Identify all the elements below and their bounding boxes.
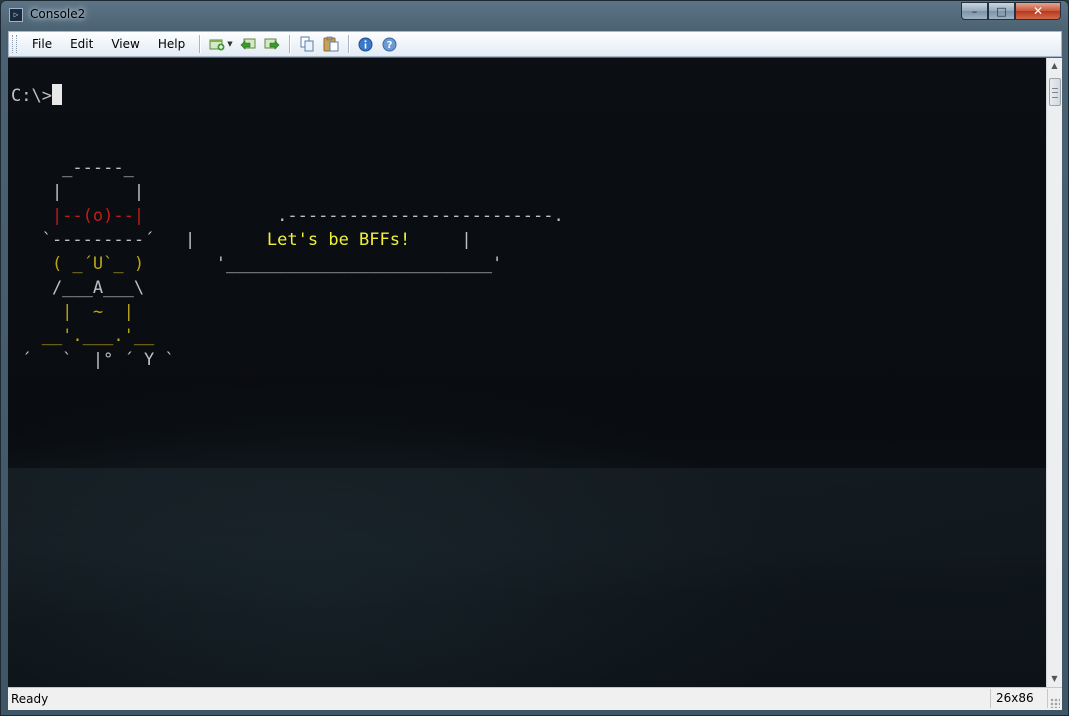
menu-toolbar: File Edit View Help ▼ ? (8, 31, 1062, 57)
svg-text:?: ? (387, 40, 393, 51)
scrollbar-grip-icon (1052, 88, 1058, 98)
yeoman-hat-side: | | (11, 182, 145, 202)
status-bar: Ready 26x86 (8, 687, 1062, 710)
toolbar-separator (199, 35, 201, 53)
terminal-output: C:\> _-----_ | | |--(o)--| .------------… (11, 84, 564, 370)
prev-tab-icon[interactable] (239, 35, 257, 53)
new-tab-icon[interactable] (208, 35, 226, 53)
toolbar-grip[interactable] (12, 35, 17, 53)
maximize-icon: □ (996, 4, 1007, 18)
toolbar-separator (347, 35, 349, 53)
new-tab-dropdown-arrow[interactable]: ▼ (227, 40, 232, 48)
yeoman-face: ( _´U`_ ) (11, 254, 145, 274)
console-app-icon[interactable]: ▷ (9, 8, 23, 22)
info-icon[interactable] (357, 35, 375, 53)
yeoman-hat-top: _-----_ (11, 158, 134, 178)
window-title: Console2 (30, 7, 86, 21)
speech-bubble-message: Let's be BFFs! (266, 230, 411, 250)
window-controls: – □ ✕ (961, 2, 1061, 21)
close-icon: ✕ (1032, 4, 1044, 18)
next-tab-icon[interactable] (263, 35, 281, 53)
title-bar[interactable]: ▷ Console2 – □ ✕ (1, 1, 1068, 29)
copy-icon[interactable] (298, 35, 316, 53)
text-cursor (51, 84, 62, 105)
menu-file[interactable]: File (23, 32, 61, 56)
close-button[interactable]: ✕ (1015, 2, 1061, 20)
menu-edit[interactable]: Edit (61, 32, 102, 56)
help-icon[interactable]: ? (381, 35, 399, 53)
scroll-up-arrow-icon[interactable]: ▲ (1047, 58, 1062, 74)
yeoman-hat-brim: `---------´ (11, 230, 155, 250)
yeoman-belt: __'.___.'__ (11, 326, 155, 346)
yeoman-body: | ~ | (11, 302, 134, 322)
paste-icon[interactable] (322, 35, 340, 53)
speech-bubble-top: .--------------------------. (277, 206, 564, 226)
vertical-scrollbar[interactable]: ▲ ▼ (1046, 58, 1062, 687)
yeoman-hat-band: |--(o)--| (11, 206, 145, 226)
minimize-button[interactable]: – (961, 2, 988, 20)
command-prompt: C:\> (11, 86, 52, 106)
yeoman-shoulders: /___A___\ (11, 278, 145, 298)
menu-view[interactable]: View (102, 32, 148, 56)
console-size: 26x86 (990, 689, 1048, 708)
toolbar-separator (288, 35, 290, 53)
console-view[interactable]: C:\> _-----_ | | |--(o)--| .------------… (8, 58, 1046, 687)
maximize-button[interactable]: □ (988, 2, 1015, 20)
yeoman-feet: ´ ` |° ´ Y ` (11, 350, 175, 370)
minimize-icon: – (971, 4, 978, 18)
scroll-down-arrow-icon[interactable]: ▼ (1047, 671, 1062, 687)
status-text: Ready (11, 692, 49, 706)
console-background-glow (8, 468, 1046, 687)
speech-bubble-bottom: '__________________________' (215, 254, 503, 274)
resize-grip-icon[interactable] (1050, 698, 1060, 708)
menu-help[interactable]: Help (149, 32, 194, 56)
scrollbar-thumb[interactable] (1049, 78, 1061, 106)
console2-window: ▷ Console2 – □ ✕ File Edit View Help ▼ ?… (0, 0, 1069, 716)
